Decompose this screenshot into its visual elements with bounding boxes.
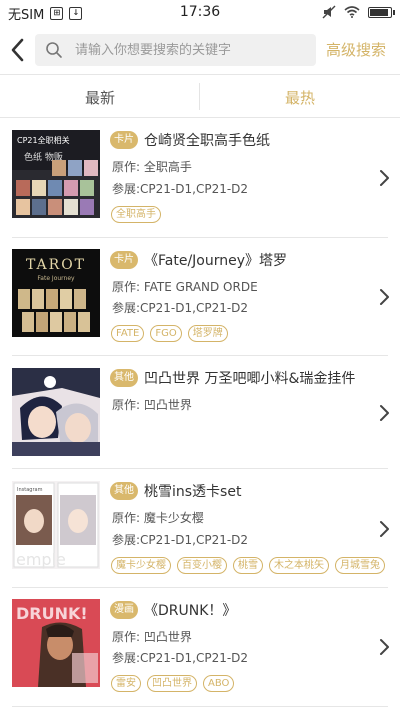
list-item[interactable]: 其他 凹凸世界 万圣吧唧小料&瑞金挂件 原作: 凹凸世界 bbox=[0, 356, 400, 468]
list-item[interactable]: Instagram emple 其他 桃雪ins透卡set 原作: 魔卡少女樱 … bbox=[0, 469, 400, 587]
svg-text:emple: emple bbox=[16, 550, 66, 569]
item-thumbnail: TAROT Fate Journey bbox=[12, 249, 100, 337]
search-box[interactable] bbox=[35, 34, 316, 66]
chip[interactable]: 魔卡少女樱 bbox=[111, 557, 171, 574]
item-title-row: 其他 凹凸世界 万圣吧唧小料&瑞金挂件 bbox=[110, 368, 355, 388]
item-original: 原作: FATE GRAND ORDE bbox=[112, 280, 258, 294]
chip[interactable]: 木之本桃矢 bbox=[269, 557, 329, 574]
item-chips: FATE FGO 塔罗牌 bbox=[111, 325, 228, 342]
list-item[interactable]: TAROT Fate Journey 卡片 《Fate/Journey》塔罗 原… bbox=[0, 238, 400, 355]
battery-icon bbox=[368, 6, 395, 18]
thumb-text: TAROT bbox=[26, 257, 86, 273]
row-divider bbox=[12, 706, 388, 707]
item-thumbnail: DRUNK! bbox=[12, 599, 100, 687]
item-title: 《Fate/Journey》塔罗 bbox=[144, 253, 288, 269]
item-expo: 参展:CP21-D1,CP21-D2 bbox=[112, 533, 249, 547]
item-title-row: 卡片 仓崎贤全职高手色纸 bbox=[110, 130, 270, 150]
item-expo: 参展:CP21-D1,CP21-D2 bbox=[112, 651, 249, 665]
category-badge: 卡片 bbox=[110, 131, 138, 149]
item-original: 原作: 魔卡少女樱 bbox=[112, 511, 204, 525]
chip[interactable]: 百变小樱 bbox=[177, 557, 227, 574]
item-expo: 参展:CP21-D1,CP21-D2 bbox=[112, 182, 249, 196]
thumb-text: CP21全职相关 bbox=[17, 135, 70, 145]
item-title: 《DRUNK！》 bbox=[144, 603, 237, 619]
thumb-text: Instagram bbox=[17, 487, 43, 493]
item-thumbnail: Instagram emple bbox=[12, 481, 100, 569]
tab-hot[interactable]: 最热 bbox=[285, 87, 315, 108]
chip[interactable]: 凹凸世界 bbox=[147, 675, 197, 692]
item-title: 桃雪ins透卡set bbox=[144, 484, 242, 500]
chip[interactable]: 桃雪 bbox=[233, 557, 263, 574]
search-icon bbox=[46, 42, 62, 58]
item-thumbnail bbox=[12, 368, 100, 456]
svg-text:Fate Journey: Fate Journey bbox=[37, 275, 75, 282]
item-chips: 魔卡少女樱 百变小樱 桃雪 木之本桃矢 月城雪兔 bbox=[111, 557, 385, 574]
chip[interactable]: 全职高手 bbox=[111, 206, 161, 223]
status-right bbox=[322, 5, 395, 19]
chevron-right-icon bbox=[380, 405, 389, 421]
item-title-row: 卡片 《Fate/Journey》塔罗 bbox=[110, 250, 287, 270]
chip[interactable]: FATE bbox=[111, 325, 145, 342]
category-badge: 漫画 bbox=[110, 601, 138, 619]
chip[interactable]: 月城雪兔 bbox=[335, 557, 385, 574]
tab-separator bbox=[199, 83, 200, 110]
item-original: 原作: 凹凸世界 bbox=[112, 630, 192, 644]
thumb-text: DRUNK! bbox=[16, 604, 88, 623]
chip[interactable]: ABO bbox=[203, 675, 235, 692]
back-arrow-icon[interactable] bbox=[6, 36, 32, 64]
wifi-icon bbox=[344, 6, 360, 18]
status-bar: 无SIM ⊞ ↓ 17:36 bbox=[0, 0, 400, 26]
item-title-row: 其他 桃雪ins透卡set bbox=[110, 481, 241, 501]
chevron-right-icon bbox=[380, 521, 389, 537]
item-thumbnail: CP21全职相关 色纸 物贩 bbox=[12, 130, 100, 218]
item-original: 原作: 全职高手 bbox=[112, 160, 192, 174]
item-chips: 雷安 凹凸世界 ABO bbox=[111, 675, 235, 692]
search-input[interactable] bbox=[75, 34, 310, 66]
chip[interactable]: 雷安 bbox=[111, 675, 141, 692]
chevron-right-icon bbox=[380, 289, 389, 305]
item-original: 原作: 凹凸世界 bbox=[112, 398, 192, 412]
chip[interactable]: FGO bbox=[150, 325, 182, 342]
item-title: 凹凸世界 万圣吧唧小料&瑞金挂件 bbox=[144, 371, 356, 387]
category-badge: 其他 bbox=[110, 369, 138, 387]
chevron-right-icon bbox=[380, 639, 389, 655]
list-item[interactable]: DRUNK! 漫画 《DRUNK！》 原作: 凹凸世界 参展:CP21-D1,C… bbox=[0, 588, 400, 706]
category-badge: 卡片 bbox=[110, 251, 138, 269]
chip[interactable]: 塔罗牌 bbox=[187, 325, 228, 342]
item-title: 仓崎贤全职高手色纸 bbox=[144, 133, 270, 149]
mute-icon bbox=[322, 5, 336, 19]
advanced-search-button[interactable]: 高级搜索 bbox=[326, 39, 386, 60]
list-item[interactable]: CP21全职相关 色纸 物贩 卡片 仓崎贤全职高手色纸 原作: 全职高手 参展:… bbox=[0, 118, 400, 237]
category-badge: 其他 bbox=[110, 482, 138, 500]
search-header: 高级搜索 bbox=[0, 26, 400, 74]
item-expo: 参展:CP21-D1,CP21-D2 bbox=[112, 301, 249, 315]
item-chips: 全职高手 bbox=[111, 206, 161, 223]
sort-tabs: 最新 最热 bbox=[0, 75, 400, 117]
item-title-row: 漫画 《DRUNK！》 bbox=[110, 600, 236, 620]
tab-latest[interactable]: 最新 bbox=[85, 87, 115, 108]
chevron-right-icon bbox=[380, 170, 389, 186]
